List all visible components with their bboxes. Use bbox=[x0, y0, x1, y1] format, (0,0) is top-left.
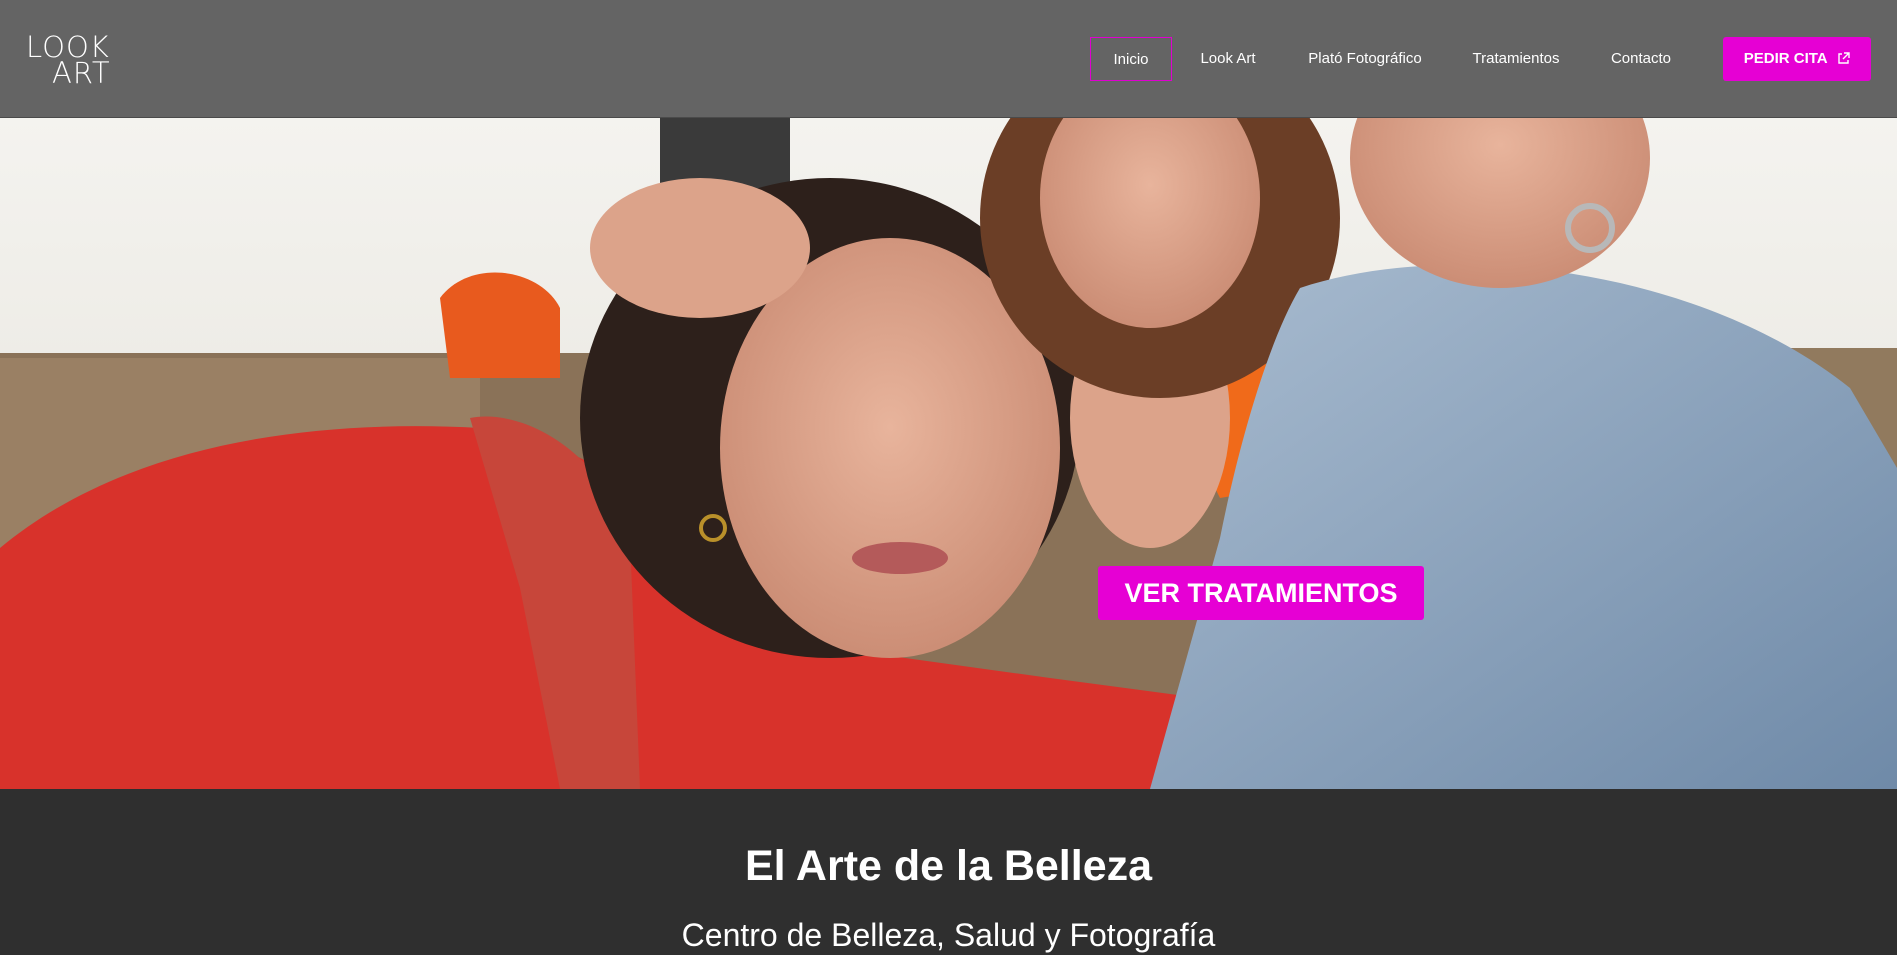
nav-item-tratamientos[interactable]: Tratamientos bbox=[1460, 37, 1572, 81]
intro-section: El Arte de la Belleza Centro de Belleza,… bbox=[0, 789, 1897, 955]
pedir-cita-button[interactable]: PEDIR CITA bbox=[1723, 37, 1871, 81]
logo-line-2: ART bbox=[52, 56, 111, 90]
hero-banner: VER TRATAMIENTOS bbox=[0, 118, 1897, 789]
page-title: El Arte de la Belleza bbox=[744, 842, 1153, 890]
page-subtitle: Centro de Belleza, Salud y Fotografía bbox=[681, 917, 1216, 953]
nav-item-contacto[interactable]: Contacto bbox=[1601, 37, 1681, 81]
hero-photo bbox=[0, 118, 1897, 789]
external-link-icon bbox=[1838, 52, 1850, 64]
nav-item-plato-fotografico[interactable]: Plató Fotográfico bbox=[1296, 37, 1434, 81]
pedir-cita-label: PEDIR CITA bbox=[1743, 50, 1828, 67]
nav-item-look-art[interactable]: Look Art bbox=[1190, 37, 1266, 81]
look-art-logo[interactable]: LOOK ART bbox=[26, 33, 118, 90]
site-header: LOOK ART Inicio Look Art Plató Fotográfi… bbox=[0, 0, 1897, 118]
nav-item-inicio[interactable]: Inicio bbox=[1090, 37, 1172, 81]
ver-tratamientos-button[interactable]: VER TRATAMIENTOS bbox=[1098, 566, 1424, 620]
